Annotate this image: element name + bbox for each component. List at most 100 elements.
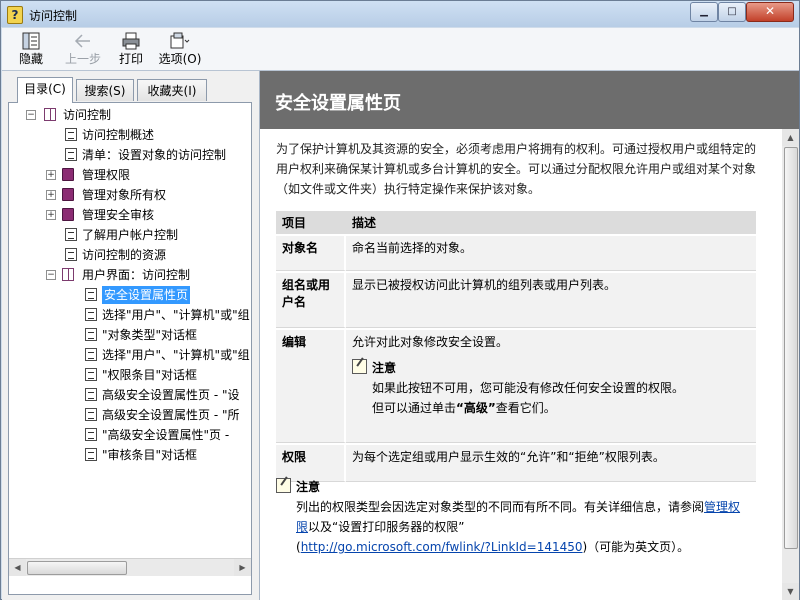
tree-item[interactable]: 访问控制概述 xyxy=(9,126,251,144)
tree-item-label: 清单：设置对象的访问控制 xyxy=(82,148,227,162)
properties-table: 项目 描述 对象名 命名当前选择的对象。 组名或用户名 显示已被授权访问此计算机… xyxy=(276,209,756,484)
close-button[interactable]: ✕ xyxy=(746,2,794,22)
title-bar[interactable]: ? 访问控制 ▁ □ ✕ xyxy=(1,1,799,27)
tree-item-label: 安全设置属性页 xyxy=(102,286,191,304)
print-label: 打印 xyxy=(118,52,143,66)
back-label: 上一步 xyxy=(64,52,101,66)
advanced-term: “高级” xyxy=(456,401,496,415)
maximize-button[interactable]: □ xyxy=(718,2,746,22)
tree-item-label: "高级安全设置属性"页 - xyxy=(102,428,230,442)
help-window: ? 访问控制 ▁ □ ✕ 隐藏 上一步 打印 选项(O) 目录(C) 搜索(S)… xyxy=(0,0,800,600)
print-button[interactable]: 打印 xyxy=(116,31,146,69)
note-line-1: 如果此按钮不可用，您可能没有修改任何安全设置的权限。 xyxy=(372,381,685,395)
help-app-icon: ? xyxy=(7,6,23,24)
note-title: 注意 xyxy=(372,361,397,375)
table-header-row: 项目 描述 xyxy=(276,211,756,234)
scroll-left-icon[interactable]: ◀ xyxy=(9,559,26,576)
expand-icon[interactable]: + xyxy=(46,210,56,220)
note-line-2-post: 查看它们。 xyxy=(495,401,556,415)
row-description: 命名当前选择的对象。 xyxy=(346,236,756,271)
tree-item-label: "对象类型"对话框 xyxy=(102,328,198,342)
page-icon xyxy=(85,408,97,421)
tree-item[interactable]: + 管理权限 xyxy=(9,166,251,184)
vertical-scroll-thumb[interactable] xyxy=(784,147,798,549)
page-icon xyxy=(65,248,77,261)
topic-header: 安全设置属性页 xyxy=(260,71,799,129)
tree-item[interactable]: 了解用户帐户控制 xyxy=(9,226,251,244)
page-icon xyxy=(85,348,97,361)
tree-item-label: 高级安全设置属性页 - "所 xyxy=(102,408,240,422)
topic-intro: 为了保护计算机及其资源的安全，必须考虑用户将拥有的权利。可通过授权用户或组特定的… xyxy=(276,139,756,199)
closed-book-icon xyxy=(62,168,74,181)
window-title: 访问控制 xyxy=(29,9,78,23)
collapse-icon[interactable]: − xyxy=(26,110,36,120)
table-row: 组名或用户名 显示已被授权访问此计算机的组列表或用户列表。 xyxy=(276,273,756,328)
horizontal-scroll-thumb[interactable] xyxy=(27,561,127,575)
tree-item[interactable]: 安全设置属性页 xyxy=(9,286,251,304)
back-button[interactable]: 上一步 xyxy=(62,31,104,69)
tree-item-label: 访问控制概述 xyxy=(82,128,155,142)
table-row: 编辑 允许对此对象修改安全设置。 注意 如果此按钮不可用，您可能没有修改任何安全… xyxy=(276,330,756,443)
tree-item[interactable]: − 访问控制 xyxy=(9,106,251,124)
column-header-description: 描述 xyxy=(346,211,756,234)
toolbar: 隐藏 上一步 打印 选项(O) xyxy=(2,28,799,71)
note-line-2-pre: 但可以通过单击 xyxy=(372,401,457,415)
page-icon xyxy=(65,128,77,141)
scroll-up-icon[interactable]: ▲ xyxy=(782,129,799,146)
horizontal-scrollbar[interactable]: ◀ ▶ xyxy=(9,558,251,576)
row-description: 显示已被授权访问此计算机的组列表或用户列表。 xyxy=(346,273,756,328)
tree-item[interactable]: − 用户界面：访问控制 xyxy=(9,266,251,284)
tree-item[interactable]: 清单：设置对象的访问控制 xyxy=(9,146,251,164)
page-icon xyxy=(85,448,97,461)
expand-icon[interactable]: + xyxy=(46,190,56,200)
scroll-right-icon[interactable]: ▶ xyxy=(234,559,251,576)
contents-tree[interactable]: − 访问控制 访问控制概述 清单：设置对象的访问控制 + 管理权限 + 管理对象所有权 + 管理安… xyxy=(8,102,252,595)
topic-pane: 安全设置属性页 为了保护计算机及其资源的安全，必须考虑用户将拥有的权利。可通过授… xyxy=(260,71,799,600)
tree-item[interactable]: "审核条目"对话框 xyxy=(9,446,251,464)
page-icon xyxy=(65,148,77,161)
page-icon xyxy=(85,328,97,341)
tree-item[interactable]: + 管理安全审核 xyxy=(9,206,251,224)
collapse-icon[interactable]: − xyxy=(46,270,56,280)
back-arrow-icon xyxy=(62,31,104,51)
tree-item[interactable]: "对象类型"对话框 xyxy=(9,326,251,344)
column-header-item: 项目 xyxy=(276,211,346,234)
minimize-button[interactable]: ▁ xyxy=(690,2,718,22)
tree-item[interactable]: 访问控制的资源 xyxy=(9,246,251,264)
open-book-icon xyxy=(62,268,74,281)
tree-item-label: 访问控制的资源 xyxy=(82,248,167,262)
tab-contents[interactable]: 目录(C) xyxy=(17,77,73,103)
tree-item[interactable]: "高级安全设置属性"页 - xyxy=(9,426,251,444)
row-description-edit: 允许对此对象修改安全设置。 注意 如果此按钮不可用，您可能没有修改任何安全设置的… xyxy=(346,330,756,443)
note-text-pre: 列出的权限类型会因选定对象类型的不同而有所不同。有关详细信息，请参阅 xyxy=(296,500,705,514)
page-icon xyxy=(85,288,97,301)
tree-item[interactable]: 选择"用户"、"计算机"或"组 xyxy=(9,306,251,324)
tree-item[interactable]: 选择"用户"、"计算机"或"组 xyxy=(9,346,251,364)
intro-text: 为了保护计算机及其资源的安全，必须考虑用户将拥有的权利。可通过授权用户或组特定的… xyxy=(276,142,757,196)
note-text-mid: 以及“设置打印服务器的权限” xyxy=(308,520,465,534)
scroll-down-icon[interactable]: ▼ xyxy=(782,583,799,600)
options-button[interactable]: 选项(O) xyxy=(156,31,204,69)
row-key: 对象名 xyxy=(276,236,346,271)
hide-label: 隐藏 xyxy=(18,52,43,66)
tree-item[interactable]: "权限条目"对话框 xyxy=(9,366,251,384)
tree-item[interactable]: + 管理对象所有权 xyxy=(9,186,251,204)
tree-item[interactable]: 高级安全设置属性页 - "设 xyxy=(9,386,251,404)
tree-item-label: 管理对象所有权 xyxy=(82,188,167,202)
row-description: 允许对此对象修改安全设置。 xyxy=(352,335,509,349)
page-icon xyxy=(85,368,97,381)
printer-icon xyxy=(116,31,146,51)
fwlink-url-link[interactable]: http://go.microsoft.com/fwlink/?LinkId=1… xyxy=(301,540,583,554)
page-icon xyxy=(85,388,97,401)
tree-item-label: 了解用户帐户控制 xyxy=(82,228,179,242)
tree-item[interactable]: 高级安全设置属性页 - "所 xyxy=(9,406,251,424)
expand-icon[interactable]: + xyxy=(46,170,56,180)
tree-item-label: 选择"用户"、"计算机"或"组 xyxy=(102,348,250,362)
table-row: 对象名 命名当前选择的对象。 xyxy=(276,236,756,271)
tree-item-label: "权限条目"对话框 xyxy=(102,368,198,382)
tab-favorites[interactable]: 收藏夹(I) xyxy=(137,79,207,101)
tab-search[interactable]: 搜索(S) xyxy=(76,79,134,101)
note-pencil-icon xyxy=(276,478,291,493)
vertical-scrollbar[interactable]: ▲ ▼ xyxy=(782,129,799,600)
hide-button[interactable]: 隐藏 xyxy=(16,31,46,69)
